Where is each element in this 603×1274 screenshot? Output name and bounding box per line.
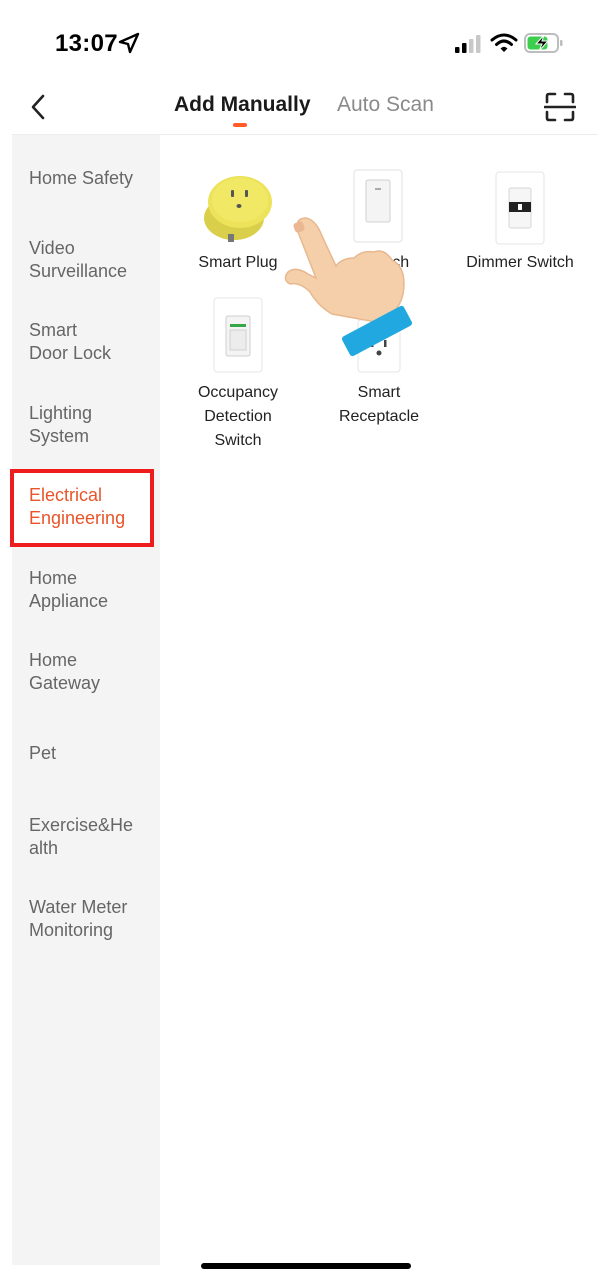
tap-hint-hand-icon bbox=[284, 217, 413, 357]
back-chevron-icon[interactable] bbox=[26, 90, 52, 124]
sidebar-item-pet[interactable]: Pet bbox=[29, 742, 56, 765]
sidebar-item-label: Home Safety bbox=[29, 168, 134, 188]
sidebar-item-label: Video Surveillance bbox=[29, 238, 128, 281]
sidebar-item-label: Exercise&He alth bbox=[29, 815, 134, 858]
status-bar: 13:07 bbox=[0, 0, 603, 80]
sidebar-item-lighting-system[interactable]: Lighting System bbox=[29, 402, 92, 448]
scan-icon[interactable] bbox=[544, 92, 576, 122]
sidebar-item-label: Electrical Engineering bbox=[29, 485, 126, 528]
sidebar-item-home-appliance[interactable]: Home Appliance bbox=[29, 567, 108, 613]
sidebar-item-smart-door-lock[interactable]: Smart Door Lock bbox=[29, 319, 111, 365]
top-nav: Add Manually Auto Scan bbox=[0, 80, 603, 134]
sidebar-item-video-surveillance[interactable]: Video Surveillance bbox=[29, 237, 127, 283]
device-label: Dimmer Switch bbox=[466, 254, 574, 271]
sidebar-item-electrical-engineering[interactable]: Electrical Engineering bbox=[29, 484, 125, 530]
cellular-signal-icon bbox=[455, 35, 481, 53]
wifi-icon bbox=[490, 33, 518, 52]
status-time: 13:07 bbox=[55, 30, 118, 57]
sidebar-item-label: Lighting System bbox=[29, 403, 93, 446]
home-indicator bbox=[201, 1263, 411, 1269]
sidebar-item-home-gateway[interactable]: Home Gateway bbox=[29, 649, 100, 695]
occupancy-switch-image bbox=[213, 297, 263, 373]
sidebar-item-label: Pet bbox=[29, 743, 57, 763]
dimmer-switch-image bbox=[495, 171, 545, 245]
tab-add-manually[interactable]: Add Manually bbox=[174, 93, 311, 117]
location-arrow-icon bbox=[118, 32, 140, 54]
category-sidebar bbox=[12, 135, 160, 1265]
sidebar-item-label: Smart Door Lock bbox=[29, 320, 112, 363]
sidebar-item-water-meter-monitoring[interactable]: Water Meter Monitoring bbox=[29, 896, 127, 942]
active-tab-indicator bbox=[233, 123, 247, 127]
sidebar-item-label: Home Gateway bbox=[29, 650, 101, 693]
smart-plug-image bbox=[204, 176, 272, 242]
sidebar-item-label: Water Meter Monitoring bbox=[29, 897, 128, 940]
tab-auto-scan[interactable]: Auto Scan bbox=[337, 93, 434, 117]
device-label: Occupancy Detection Switch bbox=[197, 384, 279, 449]
sidebar-item-home-safety[interactable]: Home Safety bbox=[29, 167, 133, 190]
battery-charging-icon bbox=[524, 33, 563, 53]
device-label: Smart Receptacle bbox=[338, 384, 420, 425]
sidebar-item-exercise-health[interactable]: Exercise&He alth bbox=[29, 814, 133, 860]
sidebar-item-label: Home Appliance bbox=[29, 568, 109, 611]
